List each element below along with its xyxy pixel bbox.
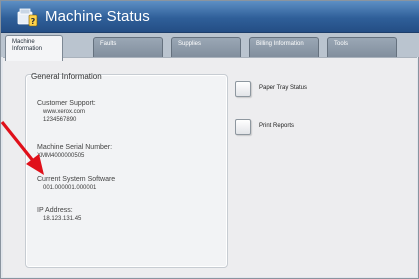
tab-label: Tools [334,41,349,47]
tab-label: Faults [100,41,117,47]
tab-label: Supplies [178,41,202,47]
ip-address-value: 18.123.131.45 [43,216,82,222]
tab-label: Machine Information [12,39,43,52]
customer-support-url: www.xerox.com [43,109,86,115]
ip-address-block: IP Address: 18.123.131.45 [37,207,81,223]
tab-billing-information[interactable]: Billing Information [249,37,319,59]
tab-machine-information[interactable]: Machine Information [5,35,63,61]
svg-text:?: ? [31,17,36,26]
tab-label: Billing Information [256,41,304,47]
system-software-value: 001.000001.000001 [43,185,97,191]
window-title: Machine Status [45,8,150,25]
ip-address-label: IP Address: [37,207,73,214]
tab-faults[interactable]: Faults [93,37,163,59]
title-bar: ? Machine Status [1,1,419,33]
annotation-arrow-icon [0,121,44,175]
print-reports-button[interactable] [235,119,251,135]
machine-status-icon: ? [17,8,38,27]
paper-tray-status-label: Paper Tray Status [259,85,308,91]
machine-status-screen: ? Machine Status Machine Information Fau… [0,0,419,279]
tab-supplies[interactable]: Supplies [171,37,241,59]
tab-tools[interactable]: Tools [327,37,397,59]
general-information-title: General Information [31,72,102,81]
paper-tray-status-button[interactable] [235,81,251,97]
tab-bar: Machine Information Faults Supplies Bill… [1,33,419,61]
print-reports-label: Print Reports [259,123,295,129]
customer-support-label: Customer Support: [37,100,96,107]
